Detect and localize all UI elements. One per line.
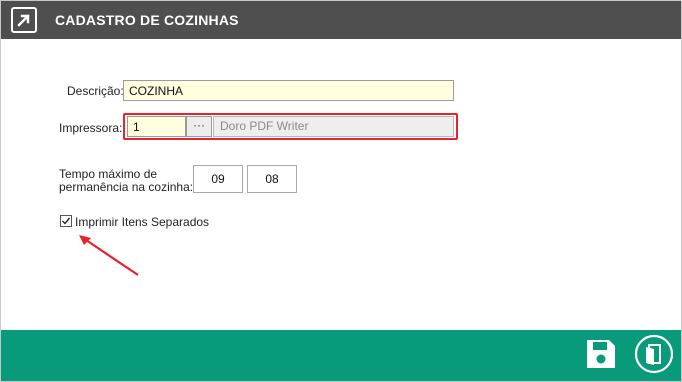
title-bar: CADASTRO DE COZINHAS <box>1 1 681 39</box>
app-logo-icon <box>11 7 37 33</box>
imprimir-checkbox[interactable] <box>60 215 72 227</box>
save-button[interactable] <box>584 337 618 371</box>
descricao-label: Descrição: <box>67 84 124 98</box>
tempo-hours-input[interactable]: 09 <box>193 165 243 193</box>
tempo-label-line1: Tempo máximo de <box>59 167 158 181</box>
annotation-arrow-icon <box>79 235 139 276</box>
checkmark-icon <box>62 217 71 225</box>
footer-bar <box>1 330 681 381</box>
tempo-label-line2: permanência na cozinha: <box>59 180 194 194</box>
impressora-name-field: Doro PDF Writer <box>213 116 454 137</box>
impressora-label: Impressora: <box>59 121 123 135</box>
descricao-input[interactable] <box>123 80 454 101</box>
impressora-code-input[interactable] <box>127 116 186 137</box>
window: CADASTRO DE COZINHAS Descrição: Impresso… <box>0 0 682 382</box>
imprimir-label: Imprimir Itens Separados <box>75 215 210 229</box>
exit-button[interactable] <box>634 334 674 374</box>
save-icon <box>587 340 615 368</box>
window-title: CADASTRO DE COZINHAS <box>55 12 239 28</box>
impressora-lookup-button[interactable]: ··· <box>186 116 212 137</box>
exit-icon <box>634 334 674 374</box>
tempo-minutes-input[interactable]: 08 <box>247 165 297 193</box>
